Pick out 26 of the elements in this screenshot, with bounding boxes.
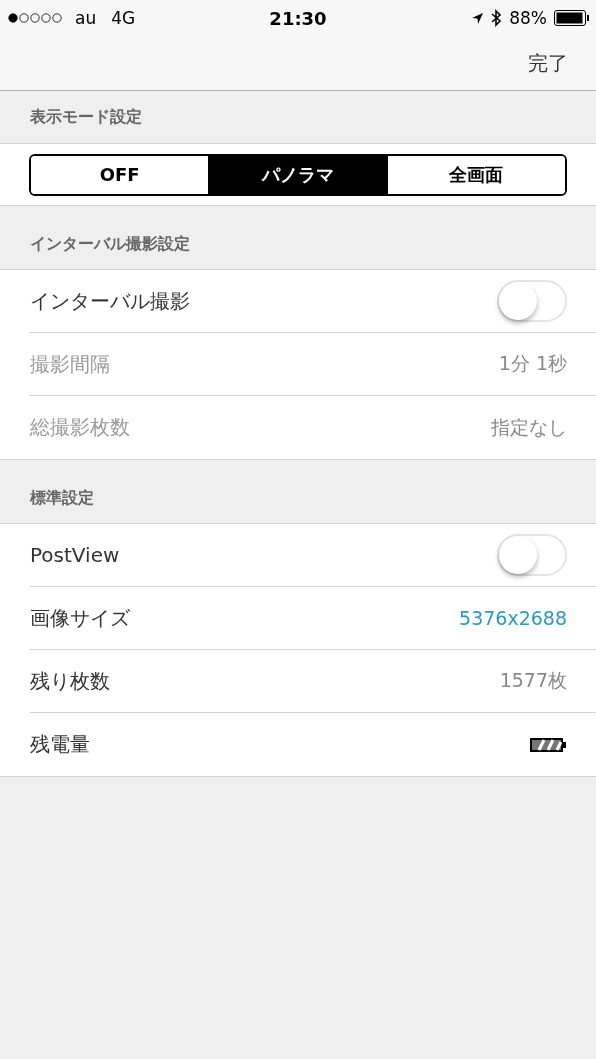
bluetooth-icon [491, 9, 503, 27]
row-label: PostView [30, 543, 120, 567]
row-label: インターバル撮影 [30, 287, 190, 315]
section-header: インターバル撮影設定 [30, 234, 190, 255]
segment[interactable]: OFF [31, 155, 210, 194]
clock: 21:30 [269, 7, 327, 29]
battery-percent: 88% [509, 8, 547, 28]
carrier: au [75, 8, 97, 28]
toggle-switch[interactable] [497, 534, 567, 576]
section-header: 標準設定 [30, 488, 94, 509]
row-value: 指定なし [491, 414, 567, 440]
row-label: 残電量 [30, 731, 90, 758]
location-icon [471, 11, 485, 25]
done-button[interactable]: 完了 [524, 45, 572, 81]
row-label: 画像サイズ [30, 604, 130, 632]
row-label: 撮影間隔 [30, 350, 110, 378]
segment[interactable]: パノラマ [209, 155, 388, 194]
row-value: 1577枚 [499, 668, 567, 693]
row-label: 総撮影枚数 [30, 414, 130, 441]
battery-icon [554, 10, 590, 26]
battery-icon [530, 737, 567, 752]
toggle-switch[interactable] [497, 280, 567, 322]
network-type: 4G [111, 8, 136, 28]
row-value: 1分 1秒 [498, 351, 567, 376]
section-header: 表示モード設定 [30, 106, 142, 128]
row-label: 残り枚数 [30, 667, 110, 695]
